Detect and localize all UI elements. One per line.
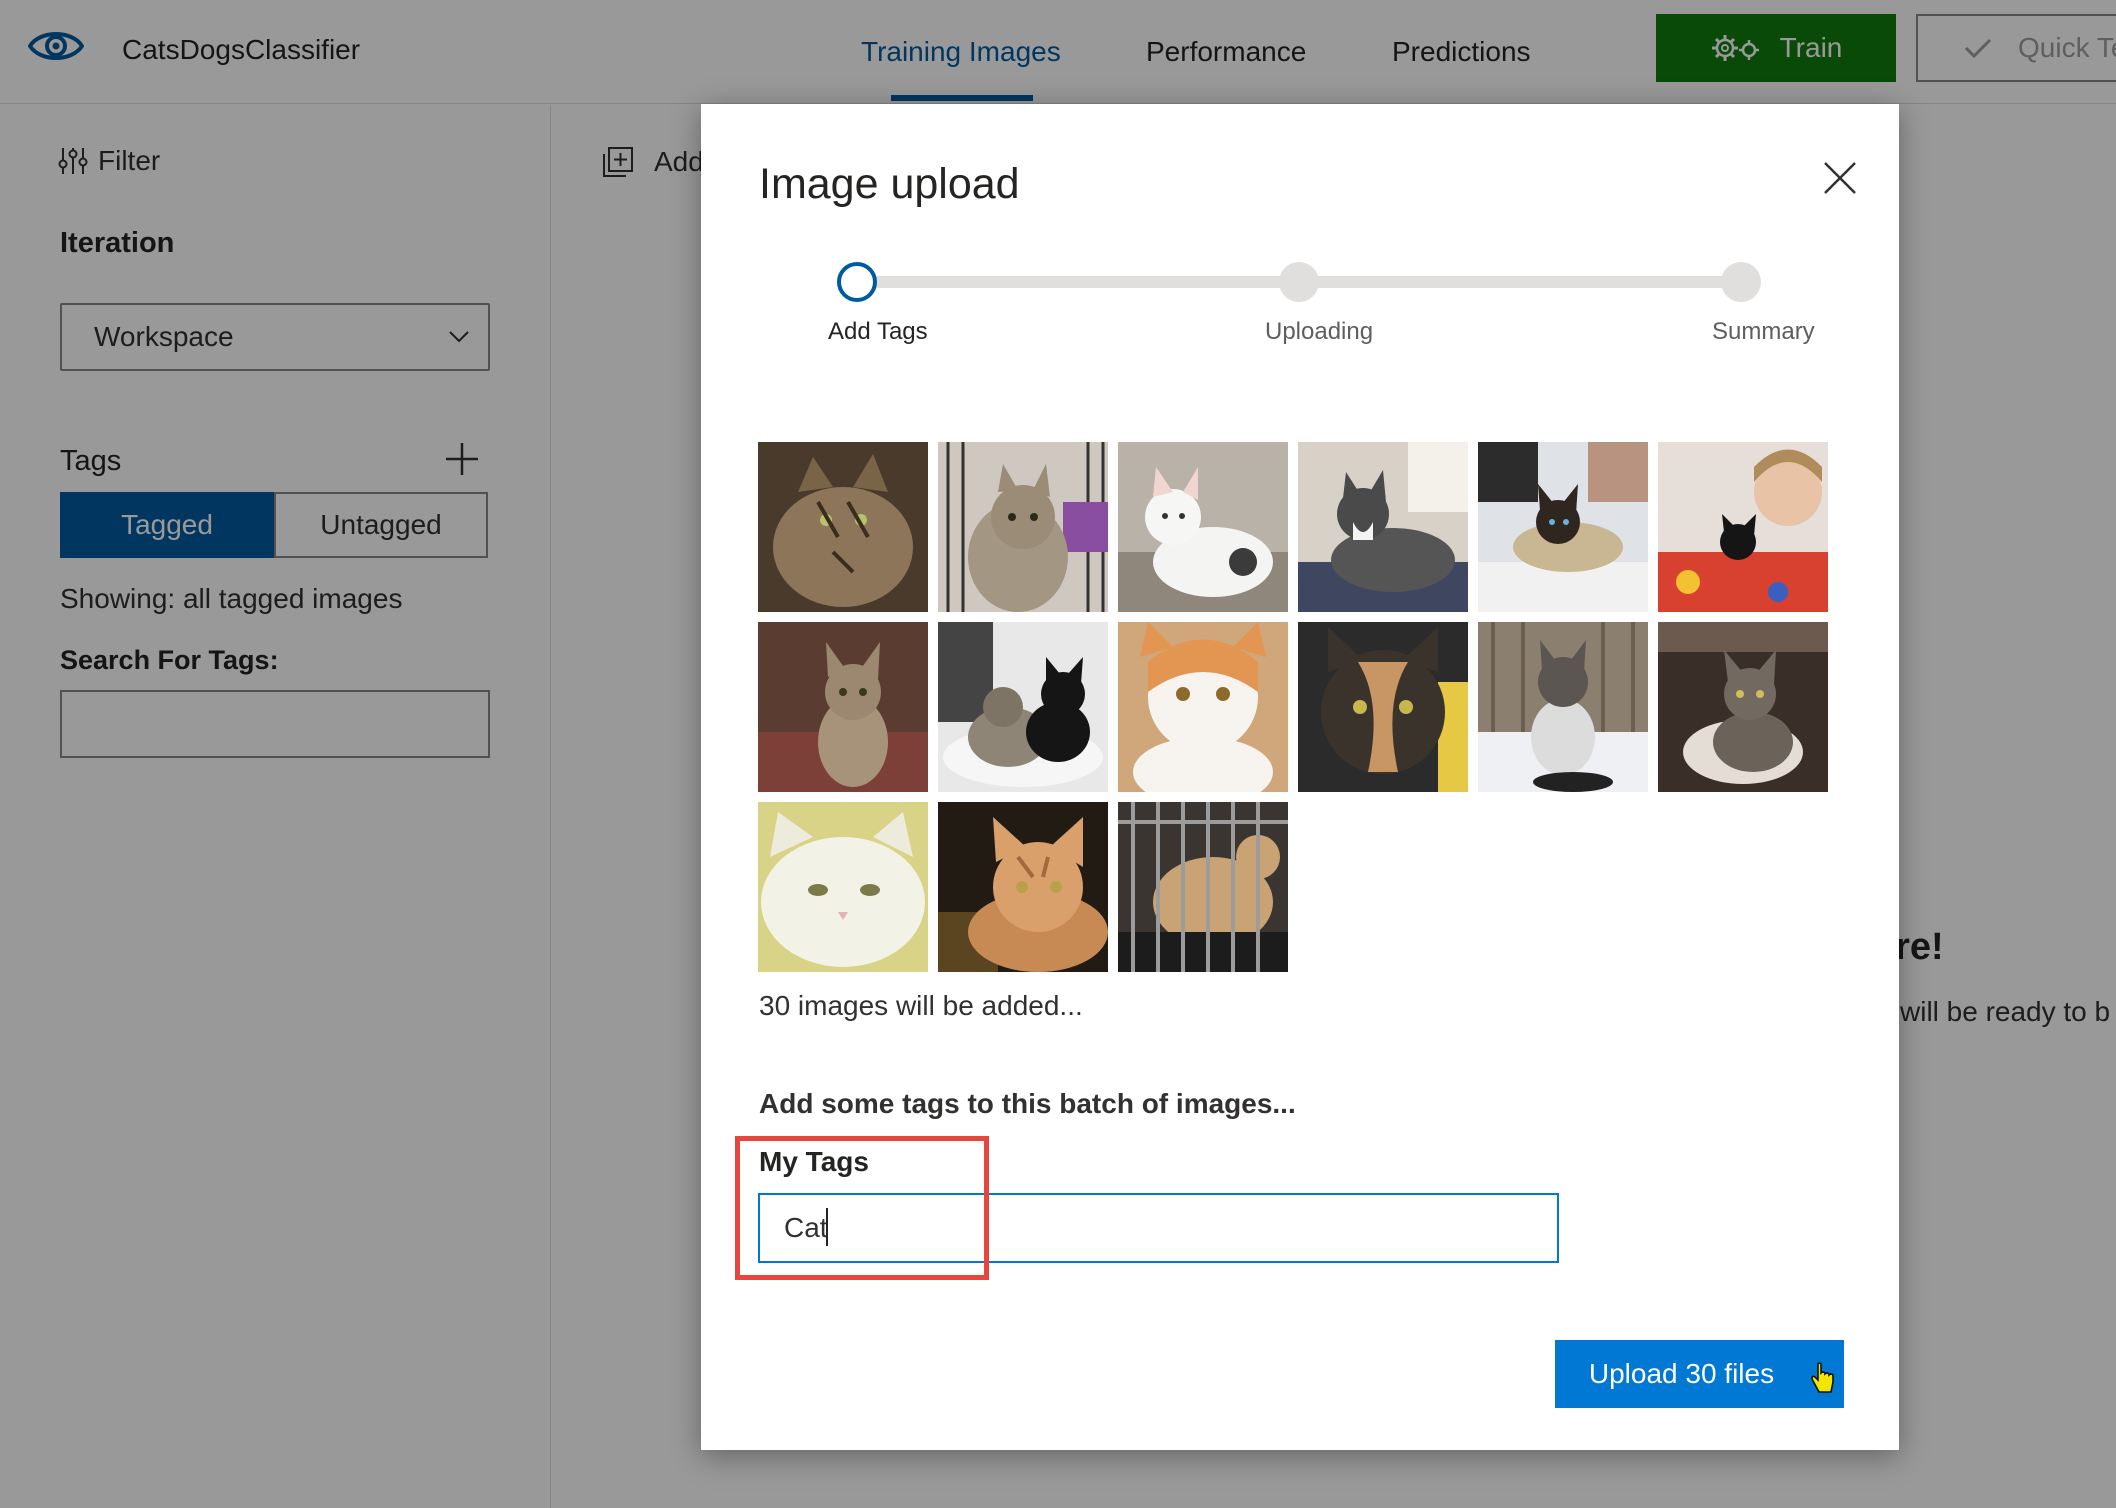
orange-tabby-photo-icon bbox=[938, 802, 1108, 972]
close-icon[interactable] bbox=[1822, 160, 1858, 196]
thumbnail bbox=[758, 802, 928, 972]
tabby-cat-photo-icon bbox=[758, 442, 928, 612]
thumbnail bbox=[758, 622, 928, 792]
white-kitten-photo-icon bbox=[1118, 442, 1288, 612]
step-add-tags-label: Add Tags bbox=[828, 318, 928, 345]
batch-tags-prompt: Add some tags to this batch of images... bbox=[759, 1088, 1296, 1119]
thumbnail bbox=[1478, 622, 1648, 792]
thumbnail bbox=[1118, 802, 1288, 972]
thumbnail bbox=[938, 622, 1108, 792]
tabby-kitten-in-cage-photo-icon bbox=[938, 442, 1108, 612]
image-count-text: 30 images will be added... bbox=[759, 990, 1083, 1021]
thumbnail bbox=[758, 442, 928, 612]
thumbnail bbox=[1658, 442, 1828, 612]
black-white-cat-photo-icon bbox=[1298, 442, 1468, 612]
cat-in-cage-photo-icon bbox=[1118, 802, 1288, 972]
orange-white-cat-photo-icon bbox=[1118, 622, 1288, 792]
thumbnail bbox=[1298, 622, 1468, 792]
thumbnail bbox=[1298, 442, 1468, 612]
tabby-kitten-photo-icon bbox=[1658, 622, 1828, 792]
child-with-kitten-photo-icon bbox=[1658, 442, 1828, 612]
hand-pointer-cursor-icon bbox=[1811, 1362, 1834, 1393]
thumbnail bbox=[938, 442, 1108, 612]
two-cats-photo-icon bbox=[938, 622, 1108, 792]
thumbnail bbox=[1658, 622, 1828, 792]
siamese-cat-photo-icon bbox=[1478, 442, 1648, 612]
step-summary-dot bbox=[1721, 262, 1761, 302]
image-upload-dialog: Image upload Add Tags Uploading Summary bbox=[701, 104, 1899, 1450]
step-uploading-dot bbox=[1279, 262, 1319, 302]
step-add-tags-dot bbox=[837, 262, 877, 302]
upload-files-button[interactable]: Upload 30 files bbox=[1555, 1340, 1844, 1408]
thumbnail bbox=[938, 802, 1108, 972]
thumbnail bbox=[1118, 622, 1288, 792]
step-uploading-label: Uploading bbox=[1265, 318, 1374, 345]
annotation-highlight-box bbox=[735, 1136, 989, 1280]
upload-files-button-label: Upload 30 files bbox=[1588, 1358, 1775, 1389]
tabby-kitten-on-rug-photo-icon bbox=[758, 622, 928, 792]
tortoiseshell-cat-photo-icon bbox=[1298, 622, 1468, 792]
dialog-title: Image upload bbox=[759, 160, 1020, 208]
kitten-in-snow-photo-icon bbox=[1478, 622, 1648, 792]
thumbnail bbox=[1118, 442, 1288, 612]
step-summary-label: Summary bbox=[1712, 318, 1815, 345]
white-cat-photo-icon bbox=[758, 802, 928, 972]
thumbnail bbox=[1478, 442, 1648, 612]
